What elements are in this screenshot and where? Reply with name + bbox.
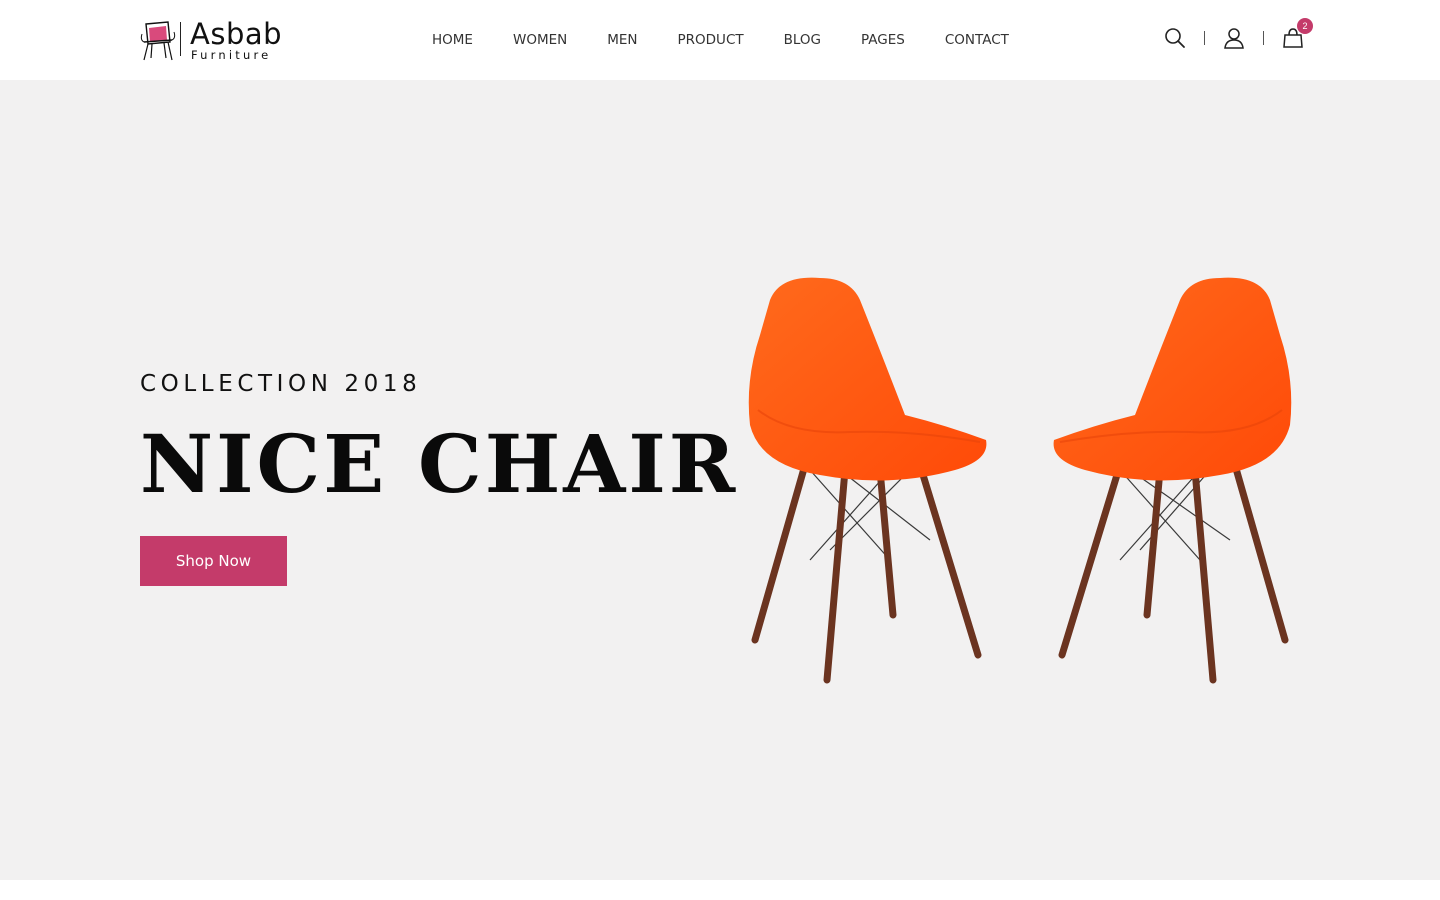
search-icon — [1165, 28, 1185, 48]
nav-item-contact[interactable]: CONTACT — [925, 30, 1029, 50]
chair-right — [1053, 277, 1292, 684]
header-separator — [1263, 31, 1264, 45]
hero-eyebrow: COLLECTION 2018 — [140, 371, 422, 397]
nav-item-men[interactable]: MEN — [587, 30, 657, 50]
cart-button[interactable]: 2 — [1281, 18, 1313, 50]
brand-name: Asbab — [190, 17, 283, 51]
account-button[interactable] — [1222, 26, 1246, 50]
logo-divider — [180, 22, 181, 56]
hero-headline: NICE CHAIR — [140, 417, 739, 511]
site-header: Asbab Furniture HOME WOMEN MEN PRODUCT B… — [0, 0, 1440, 80]
hero-slider: COLLECTION 2018 NICE CHAIR Shop Now — [0, 80, 1440, 880]
header-separator — [1204, 31, 1205, 45]
nav-item-blog[interactable]: BLOG — [764, 30, 841, 50]
nav-item-women[interactable]: WOMEN — [493, 30, 587, 50]
user-icon — [1224, 28, 1244, 49]
nav-item-home[interactable]: HOME — [412, 30, 493, 50]
brand-logo[interactable]: Asbab Furniture — [140, 16, 300, 64]
chair-icon — [140, 21, 176, 61]
cart-count-badge: 2 — [1297, 18, 1313, 34]
header-actions: 2 — [1163, 18, 1313, 52]
search-button[interactable] — [1163, 26, 1187, 50]
chair-left — [748, 277, 987, 684]
shop-now-button[interactable]: Shop Now — [140, 536, 287, 586]
main-nav: HOME WOMEN MEN PRODUCT BLOG PAGES CONTAC… — [412, 30, 1029, 50]
nav-item-product[interactable]: PRODUCT — [658, 30, 764, 50]
nav-item-pages[interactable]: PAGES — [841, 30, 925, 50]
brand-tagline: Furniture — [191, 48, 272, 62]
hero-product-image — [748, 277, 1292, 684]
